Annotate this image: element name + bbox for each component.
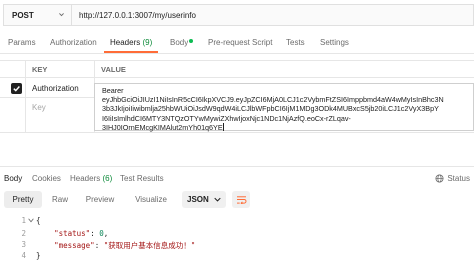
response-status[interactable]: Status (435, 174, 470, 183)
response-toolbar: Pretty Raw Preview Visualize JSON (0, 191, 474, 211)
format-label: JSON (187, 195, 209, 204)
tab-response-headers[interactable]: Headers (6) (70, 174, 112, 183)
wrap-lines-icon (236, 196, 246, 204)
line-number: 2 (21, 229, 26, 238)
method-select[interactable]: POST (3, 4, 71, 26)
line-number: 3 (21, 240, 26, 249)
column-value-header: VALUE (101, 65, 126, 74)
chevron-down-icon (214, 197, 221, 202)
code-line: 2 "status": 0, (0, 229, 474, 239)
fold-chevron-icon[interactable] (28, 218, 34, 223)
tab-params[interactable]: Params (8, 38, 36, 47)
value-line: eyJhbGciOiJIUzI1NiIsInR5cCI6IkpXVCJ9.eyJ… (102, 95, 444, 105)
tab-authorization[interactable]: Authorization (50, 38, 97, 47)
tab-tests[interactable]: Tests (286, 38, 305, 47)
view-raw-button[interactable]: Raw (46, 191, 74, 208)
tab-cookies[interactable]: Cookies (32, 174, 61, 183)
status-label: Status (447, 174, 470, 183)
code-line: 1 { (0, 216, 474, 226)
column-key-header: KEY (32, 65, 48, 74)
code-text: } (36, 251, 41, 260)
tab-headers-label: Headers (110, 38, 141, 47)
new-key-input[interactable]: Key (32, 103, 46, 112)
tab-body[interactable]: Body (170, 38, 194, 47)
header-value-editor[interactable]: Bearer eyJhbGciOiJIUzI1NiIsInR5cCI6IkpXV… (94, 83, 474, 132)
globe-icon (435, 174, 444, 183)
headers-table-header: KEY VALUE (0, 60, 474, 78)
method-label: POST (12, 10, 34, 20)
modified-dot-icon (189, 39, 194, 43)
tab-headers[interactable]: Headers (9) (110, 38, 152, 47)
row-divider (0, 97, 94, 98)
value-line-last: 3IHJ0IOrnEMcgKIMAlut2mYh01q6YE (102, 122, 224, 132)
code-line: 3 "message": "获取用户基本信息成功！" (0, 240, 474, 250)
row-divider (0, 132, 474, 133)
code-line: 4 } (0, 251, 474, 261)
line-number: 1 (21, 216, 26, 225)
value-line: Bearer (102, 86, 124, 95)
line-number: 4 (21, 251, 26, 260)
text-cursor (222, 122, 224, 131)
tab-settings[interactable]: Settings (320, 38, 349, 47)
tab-headers-count: (9) (142, 38, 153, 47)
url-input[interactable]: http://127.0.0.1:3007/my/userinfo (71, 4, 474, 26)
header-key-cell[interactable]: Authorization (32, 84, 79, 93)
wrap-lines-button[interactable] (232, 191, 250, 208)
view-pretty-button[interactable]: Pretty (4, 191, 42, 208)
tab-pre-request-script[interactable]: Pre-request Script (208, 38, 272, 47)
view-visualize-button[interactable]: Visualize (128, 191, 174, 208)
active-tab-indicator (104, 51, 158, 53)
code-text: "message": "获取用户基本信息成功！" (54, 241, 196, 250)
checkmark-icon (13, 86, 20, 92)
value-line: I6IiIsImlhdCI6MTY3NTQzOTYwMywiZXhwIjoxNj… (102, 113, 351, 123)
request-tabs: Params Authorization Headers (9) Body Pr… (0, 30, 474, 54)
code-text: "status": 0, (54, 229, 109, 238)
chevron-down-icon (59, 13, 64, 17)
code-text: { (36, 216, 41, 225)
tab-response-body[interactable]: Body (4, 174, 22, 183)
row-enabled-checkbox[interactable] (11, 83, 22, 94)
view-preview-button[interactable]: Preview (80, 191, 120, 208)
value-line: 3b3JkIjoiIiwibmlja25hbWUiOiJsdW9qdW4iLCJ… (102, 104, 439, 114)
tab-test-results[interactable]: Test Results (120, 174, 164, 183)
response-tabs: Body Cookies Headers (6) Test Results St… (0, 166, 474, 188)
url-text: http://127.0.0.1:3007/my/userinfo (79, 10, 196, 20)
format-select[interactable]: JSON (182, 191, 226, 208)
